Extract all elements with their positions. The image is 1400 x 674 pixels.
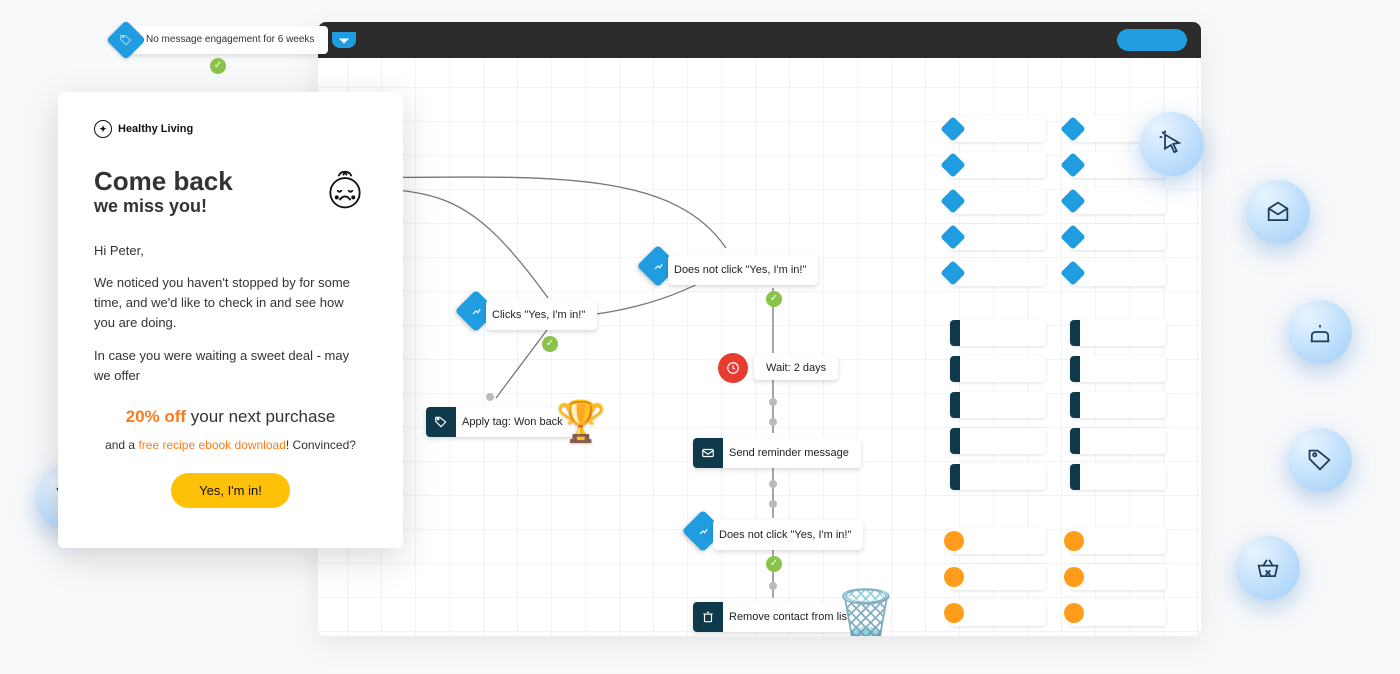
- palette-tile[interactable]: [1070, 528, 1166, 554]
- sad-face-icon: [323, 168, 367, 212]
- palette-tile[interactable]: [950, 356, 1046, 382]
- action-node-apply-tag[interactable]: Apply tag: Won back: [426, 407, 575, 437]
- palette-tile[interactable]: [950, 260, 1046, 286]
- connector-dot: [769, 480, 777, 488]
- palette-tile[interactable]: [950, 564, 1046, 590]
- palette-tile[interactable]: [1070, 224, 1166, 250]
- palette-tile[interactable]: [1070, 320, 1166, 346]
- palette-tile[interactable]: [950, 152, 1046, 178]
- header-primary-button[interactable]: [1117, 29, 1187, 51]
- palette-tile[interactable]: [950, 464, 1046, 490]
- palette-tile[interactable]: [950, 224, 1046, 250]
- app-header: [318, 22, 1201, 58]
- palette-tile[interactable]: [950, 600, 1046, 626]
- action-node-wait[interactable]: Wait: 2 days: [718, 353, 838, 383]
- check-icon: [766, 556, 782, 572]
- float-icon-basket[interactable]: [1236, 536, 1300, 600]
- palette-col-d: [1070, 320, 1166, 490]
- palette-tile[interactable]: [950, 320, 1046, 346]
- palette-tile[interactable]: [1070, 600, 1166, 626]
- float-icon-cursor[interactable]: [1140, 112, 1204, 176]
- palette-tile[interactable]: [1070, 564, 1166, 590]
- palette-col-a: [950, 116, 1046, 286]
- connector-dot: [769, 418, 777, 426]
- automation-trigger-node[interactable]: No message engagement for 6 weeks: [126, 26, 328, 54]
- palette-tile[interactable]: [1070, 356, 1166, 382]
- palette-tile[interactable]: [950, 188, 1046, 214]
- email-para-2: In case you were waiting a sweet deal - …: [94, 346, 367, 386]
- palette-tile[interactable]: [1070, 428, 1166, 454]
- email-preview-card: ✦ Healthy Living Come back we miss you! …: [58, 92, 403, 548]
- trophy-icon: 🏆: [556, 398, 606, 445]
- email-brand: ✦ Healthy Living: [94, 120, 367, 138]
- palette-tile[interactable]: [950, 392, 1046, 418]
- email-offer: 20% off your next purchase and a free re…: [94, 404, 367, 455]
- mail-icon: [693, 438, 723, 468]
- palette-tile[interactable]: [950, 528, 1046, 554]
- trigger-label: No message engagement for 6 weeks: [140, 28, 328, 53]
- check-icon: [210, 58, 226, 74]
- palette-tile[interactable]: [1070, 464, 1166, 490]
- tag-icon: [106, 20, 146, 60]
- palette-tile[interactable]: [1070, 392, 1166, 418]
- automation-builder-frame: Clicks "Yes, I'm in!" Does not click "Ye…: [318, 22, 1201, 636]
- offer-percent: 20% off: [126, 407, 186, 426]
- palette-col-c: [950, 320, 1046, 490]
- palette-tile[interactable]: [1070, 188, 1166, 214]
- palette-tile[interactable]: [1070, 260, 1166, 286]
- connector-dot: [486, 393, 494, 401]
- condition-label-not-click-1[interactable]: Does not click "Yes, I'm in!": [668, 255, 818, 285]
- email-headline-2: we miss you!: [94, 196, 233, 217]
- email-greeting: Hi Peter,: [94, 241, 367, 261]
- app-logo-icon[interactable]: [332, 32, 356, 48]
- float-icon-envelope[interactable]: [1246, 180, 1310, 244]
- action-node-send-reminder[interactable]: Send reminder message: [693, 438, 861, 468]
- check-icon: [766, 291, 782, 307]
- connector-dot: [769, 500, 777, 508]
- clock-icon: [718, 353, 748, 383]
- connector-dot: [769, 582, 777, 590]
- condition-label-not-click-2[interactable]: Does not click "Yes, I'm in!": [713, 520, 863, 550]
- palette-col-f: [1070, 528, 1166, 626]
- check-icon: [542, 336, 558, 352]
- condition-label-click-yes[interactable]: Clicks "Yes, I'm in!": [486, 300, 597, 330]
- email-para-1: We noticed you haven't stopped by for so…: [94, 273, 367, 333]
- automation-canvas[interactable]: Clicks "Yes, I'm in!" Does not click "Ye…: [318, 58, 1201, 636]
- offer-rest: your next purchase: [186, 407, 335, 426]
- palette-col-e: [950, 528, 1046, 626]
- brand-icon: ✦: [94, 120, 112, 138]
- email-cta-button[interactable]: Yes, I'm in!: [171, 473, 290, 508]
- email-headline-1: Come back: [94, 168, 233, 194]
- trashcan-illustration: 🗑️: [836, 586, 896, 636]
- offer-link[interactable]: free recipe ebook download: [138, 438, 285, 452]
- palette-tile[interactable]: [950, 428, 1046, 454]
- brand-name: Healthy Living: [118, 123, 193, 135]
- trash-icon: [693, 602, 723, 632]
- palette-tile[interactable]: [950, 116, 1046, 142]
- float-icon-cake[interactable]: [1288, 300, 1352, 364]
- float-icon-tag[interactable]: [1288, 428, 1352, 492]
- connector-dot: [769, 398, 777, 406]
- tag-icon: [426, 407, 456, 437]
